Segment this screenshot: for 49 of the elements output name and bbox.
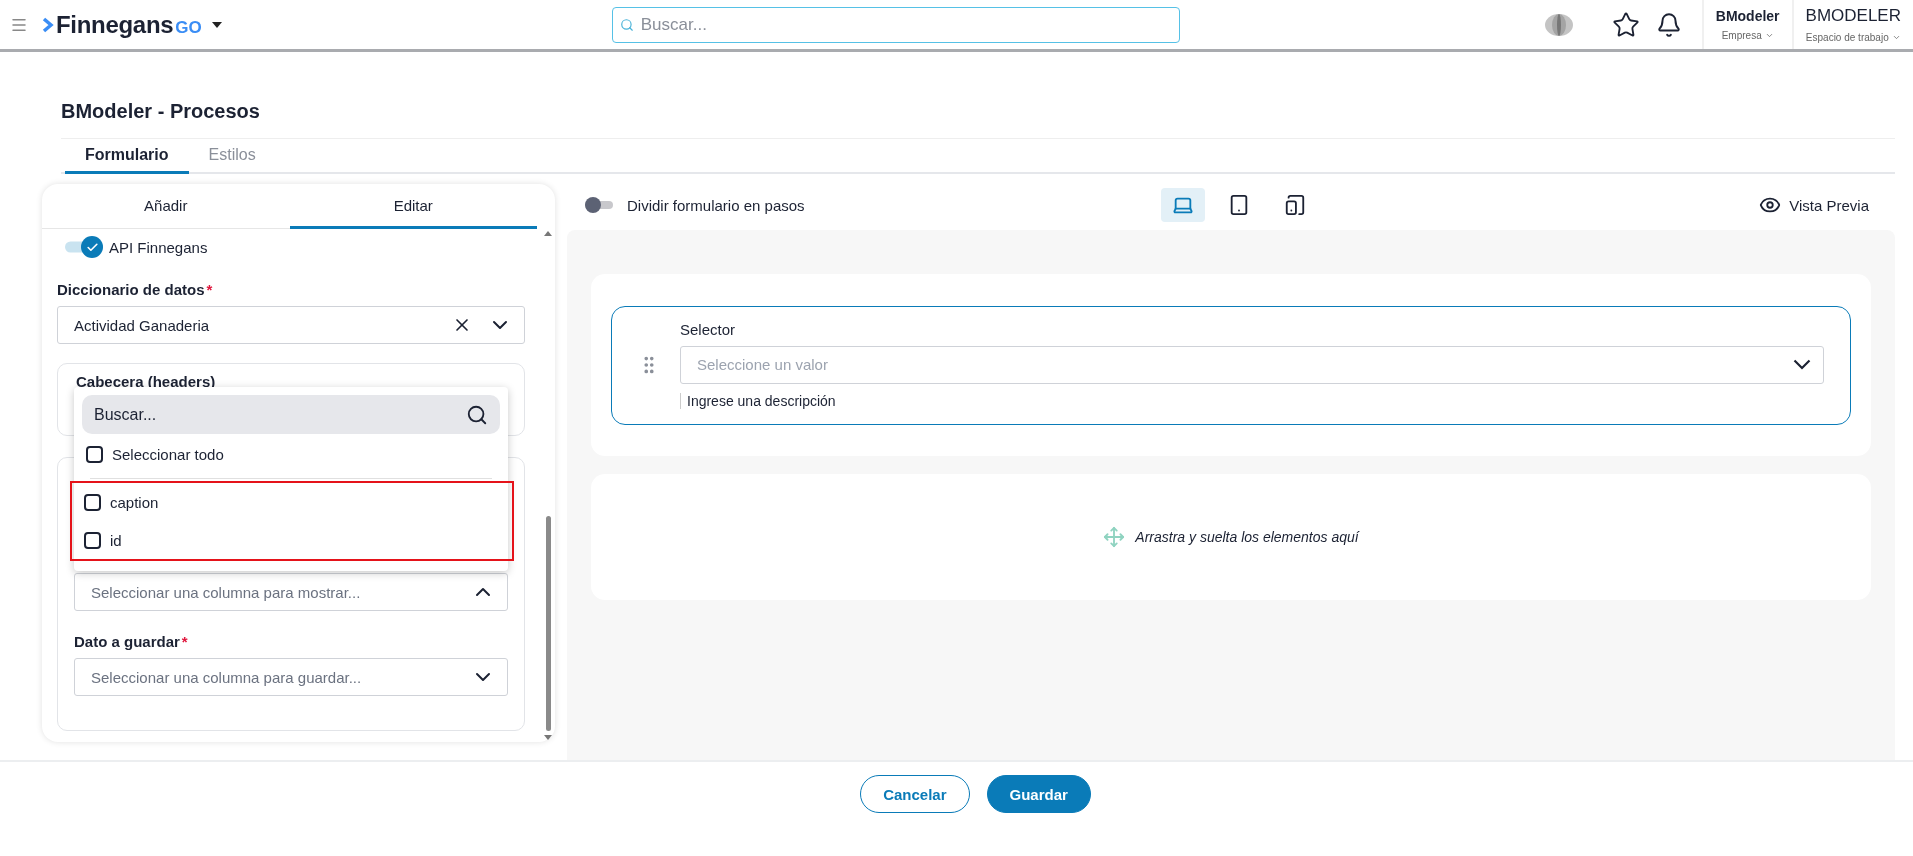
drop-hint: Arrastra y suelta los elementos aquí bbox=[1135, 529, 1359, 545]
bell-icon[interactable] bbox=[1655, 11, 1682, 38]
app-logo[interactable]: FinnegansGO bbox=[42, 10, 202, 39]
search-field[interactable]: Buscar... bbox=[611, 6, 1180, 43]
checkbox[interactable] bbox=[84, 531, 101, 549]
field-label: Selector bbox=[680, 320, 737, 338]
toggle-switch[interactable] bbox=[585, 197, 613, 213]
selector-card[interactable]: Selector Seleccione un valor Ingrese una descripción bbox=[611, 305, 1851, 425]
search-field[interactable]: Buscar... bbox=[82, 395, 500, 434]
column-select[interactable]: Seleccionar una columna para guardar... bbox=[74, 658, 508, 696]
list-option[interactable]: id bbox=[80, 521, 512, 559]
move-icon bbox=[1103, 526, 1126, 548]
toggle-label: API Finnegans bbox=[109, 238, 208, 256]
caret-icon bbox=[1891, 33, 1901, 42]
select-all-option[interactable]: Seleccionar todo bbox=[82, 434, 500, 474]
tab[interactable]: Editar bbox=[289, 184, 537, 229]
field-label: Diccionario de datos bbox=[57, 281, 205, 298]
required-mark: * bbox=[206, 281, 213, 298]
tab[interactable]: Formulario bbox=[65, 139, 189, 174]
check-icon bbox=[85, 240, 99, 254]
page-title: BModeler - Procesos bbox=[60, 99, 261, 124]
sphere-logo-icon[interactable] bbox=[1543, 12, 1574, 37]
description-text: Ingrese una descripción bbox=[680, 392, 836, 409]
chevron-down-icon bbox=[1793, 359, 1811, 370]
checkbox[interactable] bbox=[84, 493, 101, 511]
logo-suffix: GO bbox=[175, 17, 202, 38]
caret-icon bbox=[1764, 31, 1774, 40]
card-title: Cabecera (headers) bbox=[76, 373, 216, 390]
caret-icon[interactable] bbox=[211, 21, 222, 28]
logo-text: Finnegans bbox=[56, 10, 174, 39]
toggle-label: Dividir formulario en pasos bbox=[627, 196, 805, 214]
search-icon[interactable] bbox=[466, 403, 488, 426]
workspace-selector[interactable]: BMODELER Espacio de trabajo bbox=[1791, 0, 1913, 49]
preview-button[interactable]: Vista Previa bbox=[1753, 193, 1875, 217]
toggle-switch[interactable] bbox=[65, 236, 103, 258]
column-select[interactable]: Seleccionar una columna para mostrar... bbox=[74, 573, 508, 611]
cancel-button[interactable]: Cancelar bbox=[860, 775, 970, 813]
checkbox[interactable] bbox=[86, 445, 103, 463]
chevron-logo-icon bbox=[42, 16, 54, 33]
save-button[interactable]: Guardar bbox=[986, 775, 1091, 813]
star-icon[interactable] bbox=[1611, 10, 1640, 39]
tab[interactable]: Añadir bbox=[42, 184, 290, 229]
field-label: Dato a guardar bbox=[74, 633, 180, 650]
company-selector[interactable]: BModeler Empresa bbox=[1701, 0, 1792, 49]
required-mark: * bbox=[181, 633, 188, 650]
search-icon bbox=[619, 17, 634, 32]
dictionary-select[interactable]: Actividad Ganaderia bbox=[57, 306, 525, 344]
tablet-phone-icon bbox=[1283, 194, 1306, 216]
list-option[interactable]: caption bbox=[80, 483, 512, 521]
